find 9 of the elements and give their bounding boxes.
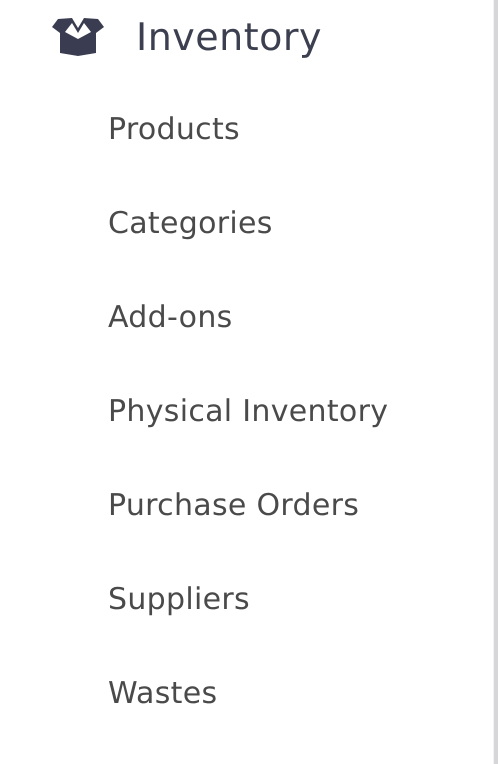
menu-item[interactable]: Physical Inventory (108, 364, 494, 458)
menu-item[interactable]: Add-ons (108, 270, 494, 364)
menu-item[interactable]: Purchase Orders (108, 458, 494, 552)
section-title[interactable]: Inventory (136, 15, 322, 59)
menu-item[interactable]: Suppliers (108, 552, 494, 646)
menu-item[interactable]: Categories (108, 176, 494, 270)
menu-item[interactable]: Products (108, 82, 494, 176)
box-icon (52, 17, 104, 57)
menu-item[interactable]: Wastes (108, 646, 494, 740)
